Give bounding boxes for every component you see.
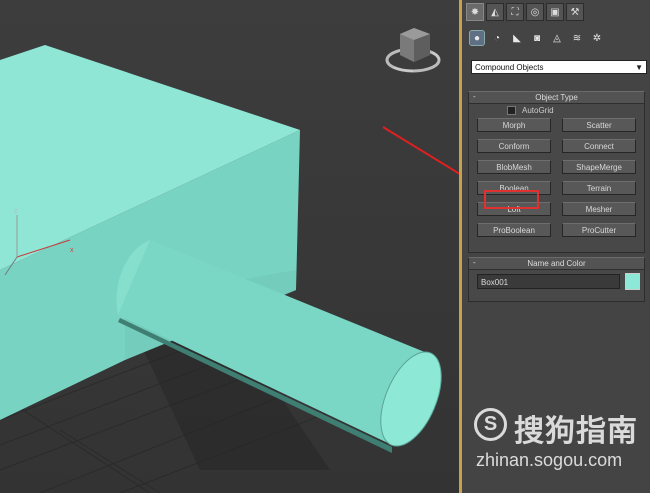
scatter-button[interactable]: Scatter xyxy=(562,118,636,132)
blobmesh-button[interactable]: BlobMesh xyxy=(477,160,551,174)
subcategory-dropdown[interactable]: Compound Objects ▼ xyxy=(471,60,647,74)
object-type-buttons: Morph Scatter Conform Connect BlobMesh S… xyxy=(477,118,636,237)
name-and-color-rollout: - Name and Color Box001 xyxy=(468,257,645,302)
boolean-highlight-box xyxy=(484,190,539,209)
watermark-url: zhinan.sogou.com xyxy=(476,450,623,470)
name-and-color-rollout-header[interactable]: - Name and Color xyxy=(469,258,644,270)
autogrid-checkbox[interactable] xyxy=(507,106,516,115)
terrain-button[interactable]: Terrain xyxy=(562,181,636,195)
geometry-icon[interactable]: ● xyxy=(469,30,485,46)
perspective-viewport[interactable]: z x xyxy=(0,0,459,493)
mesher-button[interactable]: Mesher xyxy=(562,202,636,216)
object-type-rollout-header[interactable]: - Object Type xyxy=(469,92,644,104)
command-panel-tabs: ✸ ◭ ⛶ ◎ ▣ ⚒ xyxy=(466,3,584,21)
viewport-scene: z x xyxy=(0,0,459,493)
display-tab-icon[interactable]: ▣ xyxy=(546,3,564,21)
watermark-title: 搜狗指南 xyxy=(514,414,638,449)
sogou-logo-icon: S xyxy=(474,408,507,441)
autogrid-option[interactable]: AutoGrid xyxy=(507,106,554,115)
morph-button[interactable]: Morph xyxy=(477,118,551,132)
shapes-icon[interactable]: ◔ xyxy=(490,31,504,45)
lights-icon[interactable]: ◣ xyxy=(510,31,524,45)
systems-icon[interactable]: ✲ xyxy=(590,31,604,45)
conform-button[interactable]: Conform xyxy=(477,139,551,153)
chevron-down-icon: ▼ xyxy=(635,63,643,72)
motion-tab-icon[interactable]: ◎ xyxy=(526,3,544,21)
proboolean-button[interactable]: ProBoolean xyxy=(477,223,551,237)
connect-button[interactable]: Connect xyxy=(562,139,636,153)
subcategory-dropdown-value: Compound Objects xyxy=(475,63,544,72)
name-and-color-title: Name and Color xyxy=(527,259,586,268)
procutter-button[interactable]: ProCutter xyxy=(562,223,636,237)
collapse-icon[interactable]: - xyxy=(473,257,476,268)
axis-z-label: z xyxy=(14,208,18,215)
axis-x-label: x xyxy=(70,247,74,254)
shapemerge-button[interactable]: ShapeMerge xyxy=(562,160,636,174)
modify-tab-icon[interactable]: ◭ xyxy=(486,3,504,21)
object-color-swatch[interactable] xyxy=(625,273,640,290)
hierarchy-tab-icon[interactable]: ⛶ xyxy=(506,3,524,21)
object-type-title: Object Type xyxy=(535,93,578,102)
collapse-icon[interactable]: - xyxy=(473,91,476,102)
object-type-rollout: - Object Type AutoGrid Morph Scatter Con… xyxy=(468,91,645,253)
cameras-icon[interactable]: ◙ xyxy=(530,31,544,45)
space-warps-icon[interactable]: ≋ xyxy=(570,31,584,45)
object-name-field[interactable]: Box001 xyxy=(477,274,620,289)
autogrid-label: AutoGrid xyxy=(522,106,554,115)
create-tab-icon[interactable]: ✸ xyxy=(466,3,484,21)
helpers-icon[interactable]: ◬ xyxy=(550,31,564,45)
create-categories: ● ◔ ◣ ◙ ◬ ≋ ✲ xyxy=(469,30,604,46)
utilities-tab-icon[interactable]: ⚒ xyxy=(566,3,584,21)
